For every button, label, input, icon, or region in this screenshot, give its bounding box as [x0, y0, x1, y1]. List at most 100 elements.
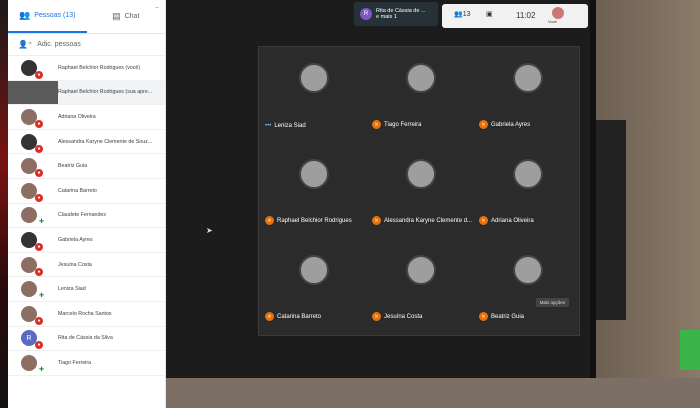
- avatar: ●: [21, 231, 43, 251]
- mic-off-icon: ●: [35, 119, 43, 128]
- participant-row[interactable]: ● Alessandra Karyne Clemente de Souz...: [8, 130, 165, 155]
- mic-off-icon: ✕: [372, 312, 381, 321]
- tile-name: Adriana Oliveira: [491, 217, 534, 224]
- participant-row[interactable]: R ● Rita de Cássia da Silva: [8, 327, 165, 352]
- participant-name: Catarina Barreto: [58, 187, 97, 194]
- mic-off-icon: ●: [35, 193, 43, 202]
- tile-label: ✕ Adriana Oliveira: [479, 216, 534, 225]
- tab-chat[interactable]: ▤ Chat: [87, 0, 166, 33]
- presenter-chip[interactable]: R Rita de Cássia de ... e mais 1: [354, 2, 438, 26]
- avatar: ●: [21, 133, 43, 153]
- avatar: ✚: [21, 281, 44, 299]
- mic-off-icon: ✕: [265, 312, 274, 321]
- avatar: ●: [21, 305, 43, 325]
- tile-name: Catarina Barreto: [277, 313, 322, 320]
- tile-name: Jesuína Costa: [384, 313, 423, 320]
- close-icon[interactable]: –: [155, 4, 159, 11]
- avatar: ●: [21, 182, 43, 202]
- you-label: Você: [548, 19, 557, 24]
- more-options-button[interactable]: Mais opções: [535, 298, 569, 307]
- participant-name: Rita de Cássia da Silva: [58, 335, 113, 342]
- participant-avatar: [299, 159, 329, 189]
- video-tile[interactable]: ✕ Beatriz Guia: [473, 239, 580, 335]
- participant-name: Adriana Oliveira: [58, 113, 96, 120]
- participant-row[interactable]: ✚ Tiago Ferreira: [8, 351, 165, 376]
- participant-name: Raphael Belchior Rodrigues (você): [58, 64, 141, 71]
- avatar: ✚: [21, 354, 44, 373]
- speaking-icon: ✚: [38, 219, 44, 226]
- participant-avatar: [406, 63, 436, 93]
- desk: [166, 378, 700, 408]
- chair: [596, 120, 626, 320]
- video-tile[interactable]: ✕ Tiago Ferreira: [366, 47, 473, 143]
- tile-label: ✕ Jesuína Costa: [372, 312, 422, 321]
- people-count-icon[interactable]: 👥13: [454, 10, 471, 18]
- video-tile[interactable]: ✕ Jesuína Costa: [366, 239, 473, 335]
- avatar: ✚: [21, 207, 44, 225]
- participant-name: Beatriz Guia: [58, 163, 88, 170]
- participant-name: Leniza Siad: [58, 286, 86, 293]
- speaking-icon: ✚: [38, 293, 44, 300]
- chat-icon: ▤: [112, 11, 121, 21]
- mic-off-icon: ●: [35, 267, 43, 276]
- presenter-text: Rita de Cássia de ... e mais 1: [376, 8, 426, 20]
- participant-row[interactable]: ● Jesuína Costa: [8, 253, 165, 278]
- participant-row[interactable]: ● Beatriz Guia: [8, 154, 165, 179]
- monitor-screen: 👥13 ▣ 11:02 Você R Rita de Cássia de ...…: [166, 0, 596, 378]
- mouse-cursor-icon: ➤: [206, 226, 213, 235]
- participant-avatar: [299, 63, 329, 93]
- participant-name: Raphael Belchior Rodrigues (sua apre...: [58, 89, 153, 96]
- mic-off-icon: ✕: [479, 216, 488, 225]
- avatar[interactable]: [552, 7, 564, 19]
- tile-label: ✕ Alessandra Karyne Clemente d...: [372, 216, 472, 225]
- participant-avatar: [406, 159, 436, 189]
- add-people-label: Adic. pessoas: [37, 41, 81, 48]
- mic-off-icon: ✕: [265, 216, 274, 225]
- participant-row[interactable]: ● Catarina Barreto: [8, 179, 165, 204]
- participant-row[interactable]: ●Raphael Belchior Rodrigues (sua apre...: [8, 80, 165, 106]
- video-tile[interactable]: ✕ Raphael Belchior Rodrigues: [259, 143, 366, 239]
- participant-row[interactable]: ● Raphael Belchior Rodrigues (você): [8, 56, 165, 81]
- tile-label: ✕ Gabriela Ayres: [479, 120, 530, 129]
- participant-row[interactable]: ● Gabriela Ayres: [8, 228, 165, 253]
- participant-avatar: [513, 255, 543, 285]
- meet-top-bar: 👥13 ▣ 11:02 Você: [442, 4, 588, 28]
- participant-row[interactable]: ● Marcelo Rocha Santos: [8, 302, 165, 327]
- mic-off-icon: ●: [35, 70, 43, 79]
- video-tile[interactable]: ✕ Gabriela Ayres: [473, 47, 580, 143]
- tab-people[interactable]: 👥 Pessoas (13): [8, 0, 87, 33]
- avatar: ●: [21, 256, 43, 276]
- background-strip: [0, 0, 8, 408]
- add-people-button[interactable]: 👤⁺ Adic. pessoas: [8, 34, 165, 56]
- participant-avatar: [513, 159, 543, 189]
- video-tile[interactable]: ✕ Catarina Barreto: [259, 239, 366, 335]
- mic-off-icon: ●: [35, 169, 43, 178]
- video-tile[interactable]: ✕ Alessandra Karyne Clemente d...: [366, 143, 473, 239]
- clock: 11:02: [516, 11, 536, 20]
- participant-row[interactable]: ● Adriana Oliveira: [8, 105, 165, 130]
- avatar: ●: [21, 59, 43, 79]
- participant-row[interactable]: ✚ Leniza Siad: [8, 277, 165, 302]
- tile-label: ✕ Tiago Ferreira: [372, 120, 421, 129]
- mic-off-icon: ✕: [372, 120, 381, 129]
- participant-name: Gabriela Ayres: [58, 236, 93, 243]
- tile-label: ✕ Beatriz Guia: [479, 312, 524, 321]
- add-person-icon: 👤⁺: [18, 40, 33, 49]
- mic-off-icon: ✕: [372, 216, 381, 225]
- mic-off-icon: ●: [35, 242, 43, 251]
- tile-name: Tiago Ferreira: [384, 121, 422, 128]
- green-object: [680, 330, 700, 370]
- presenter-line2: e mais 1: [376, 14, 397, 20]
- tile-name: Raphael Belchior Rodrigues: [277, 217, 352, 224]
- video-tile[interactable]: ••• Leniza Siad: [259, 47, 366, 143]
- tile-label: ••• Leniza Siad: [265, 123, 306, 129]
- tile-name: Beatriz Guia: [491, 313, 525, 320]
- presenter-avatar: R: [360, 8, 372, 20]
- participant-name: Marcelo Rocha Santos: [58, 310, 112, 317]
- panel-tabs: 👥 Pessoas (13) ▤ Chat –: [8, 0, 165, 34]
- people-count: 13: [462, 11, 471, 18]
- people-icon: 👥: [19, 10, 31, 20]
- participant-row[interactable]: ✚ Claudete Fernandes: [8, 204, 165, 229]
- chat-icon[interactable]: ▣: [486, 10, 493, 18]
- video-tile[interactable]: ✕ Adriana Oliveira: [473, 143, 580, 239]
